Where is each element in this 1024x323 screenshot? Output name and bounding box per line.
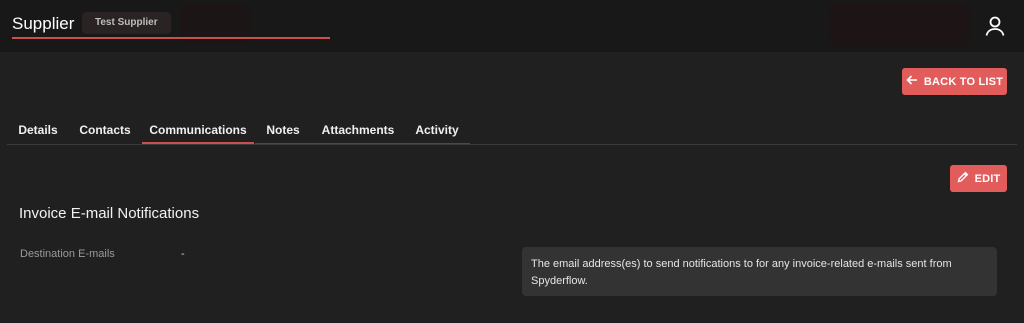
destination-emails-label: Destination E-mails [20,248,115,260]
tab-contacts[interactable]: Contacts [69,118,141,142]
tab-divider [255,143,470,144]
tab-communications[interactable]: Communications [142,118,254,144]
back-to-list-button[interactable]: BACK TO LIST [902,68,1007,95]
tab-bar: Details Contacts Communications Notes At… [7,118,1017,145]
tab-notes[interactable]: Notes [255,118,311,142]
back-to-list-label: BACK TO LIST [923,75,1004,88]
edit-label: EDIT [974,172,1001,185]
section-title: Invoice E-mail Notifications [19,205,200,222]
arrow-left-icon [906,74,918,89]
decorative-glow [830,4,970,46]
tab-activity[interactable]: Activity [405,118,469,142]
tab-attachments[interactable]: Attachments [312,118,404,142]
supplier-name-chip: Test Supplier [82,12,171,34]
edit-button[interactable]: EDIT [950,165,1007,192]
user-icon[interactable] [984,15,1006,37]
pencil-icon [957,171,969,186]
title-underline [12,37,330,39]
help-text: The email address(es) to send notificati… [522,247,997,296]
page-title: Supplier [12,14,75,33]
tab-details[interactable]: Details [7,118,69,142]
destination-emails-value: - [181,248,185,260]
